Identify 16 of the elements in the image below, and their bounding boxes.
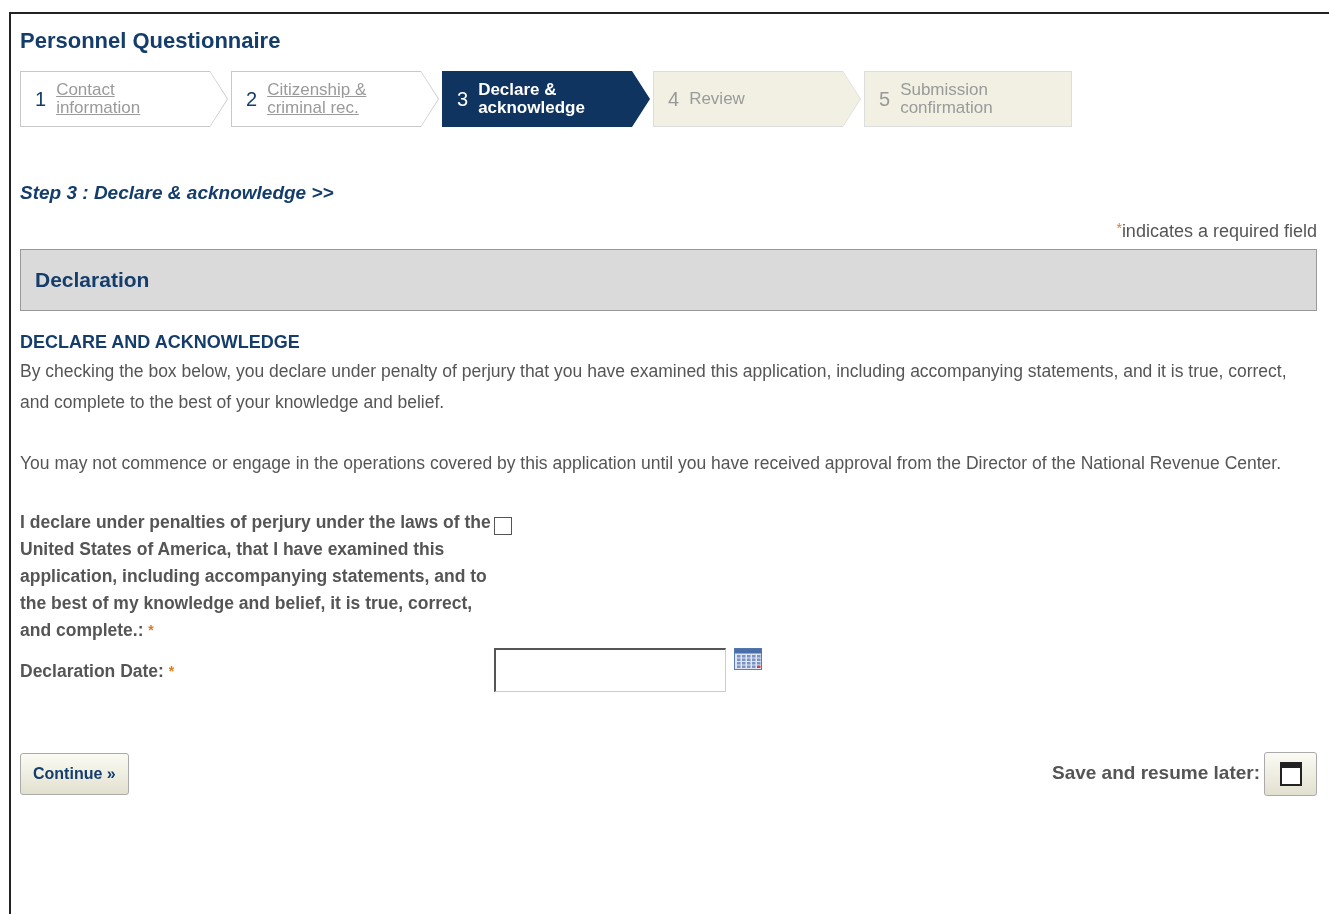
field-label: I declare under penalties of perjury under the laws of the United States of America, that I have examined this application, including accompanying statements, and to the best of my knowledge and belief, it is true, correct, and complete.: * — [20, 510, 492, 642]
continue-button[interactable]: Continue » — [20, 752, 129, 795]
save-label: Save and resume later: — [1051, 761, 1260, 786]
subheading: DECLARE AND ACKNOWLEDGE — [20, 330, 301, 354]
field-label: Declaration Date: * — [20, 659, 176, 683]
paragraph: You may not commence or engage in the operations covered by this application until you have received approval from the Director of the National Revenue Center. — [20, 451, 1283, 475]
window-icon — [1279, 761, 1302, 786]
section-title: Declaration — [35, 266, 150, 293]
checkbox[interactable] — [494, 516, 512, 535]
calendar-icon[interactable] — [734, 647, 762, 670]
required-note: *indicates a required field — [1116, 220, 1317, 241]
date-field[interactable] — [494, 647, 726, 692]
page-title: Personnel Questionnaire — [20, 27, 282, 55]
step-heading: Step 3 : Declare & acknowledge >> — [20, 181, 335, 205]
paragraph: By checking the box below, you declare under penalty of perjury that you have examined this application, including accompanying statements, and it is true, correct, and complete to the best of your knowledge and belief. — [20, 359, 1288, 414]
save-button[interactable] — [1264, 751, 1317, 796]
